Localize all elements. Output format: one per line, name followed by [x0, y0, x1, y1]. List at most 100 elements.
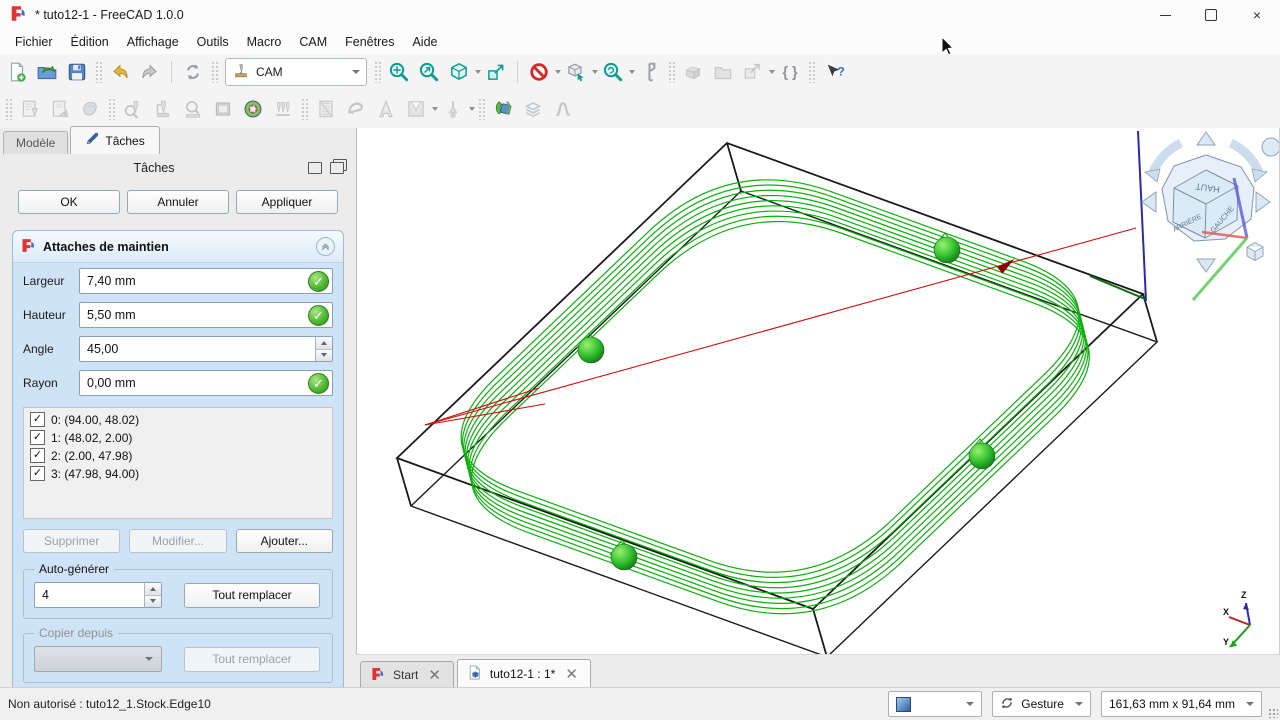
panel-tabs: Modèle Tâches — [0, 128, 356, 154]
tag-item[interactable]: ✓2: (2.00, 47.98) — [30, 448, 326, 463]
toolbar-drag-handle — [95, 61, 102, 83]
ajouter-button[interactable]: Ajouter... — [236, 529, 333, 553]
export-icon[interactable] — [738, 57, 768, 87]
axonometric-view-icon[interactable] — [444, 57, 474, 87]
fit-all-icon[interactable] — [384, 57, 414, 87]
maximize-button[interactable] — [1188, 0, 1234, 30]
redo-icon[interactable] — [135, 57, 165, 87]
open-file-icon[interactable] — [32, 57, 62, 87]
float-panel-icon[interactable] — [330, 162, 344, 174]
job-z-axis — [1138, 131, 1146, 301]
cam-pocket-icon[interactable] — [341, 94, 371, 124]
fit-selection-icon[interactable] — [414, 57, 444, 87]
menu-item-macro[interactable]: Macro — [238, 32, 291, 52]
resize-grip[interactable] — [1268, 708, 1278, 718]
autogen-replace-all-button[interactable]: Tout remplacer — [184, 583, 320, 608]
toolbar-separator — [171, 61, 172, 83]
cam-simulator-icon[interactable] — [148, 94, 178, 124]
tab-document[interactable]: tuto12-1 : 1* ✕ — [457, 659, 591, 688]
new-file-icon[interactable] — [2, 57, 32, 87]
cancel-button[interactable]: Annuler — [127, 190, 229, 214]
tag-checkbox[interactable]: ✓ — [30, 466, 45, 481]
menu-item-outils[interactable]: Outils — [188, 32, 238, 52]
cam-engrave-icon[interactable] — [371, 94, 401, 124]
cam-sanity-check-icon[interactable] — [178, 94, 208, 124]
cam-dressup-tag-icon[interactable] — [488, 94, 518, 124]
macro-icon[interactable]: { } — [775, 57, 805, 87]
sync-view-icon[interactable] — [481, 57, 511, 87]
menu-item-aide[interactable]: Aide — [403, 32, 446, 52]
workbench-selector[interactable]: CAM — [225, 58, 367, 86]
3d-scene[interactable]: HAUTARRIÈREGAUCHEZXY — [357, 128, 1279, 655]
navigation-cube[interactable]: HAUTARRIÈREGAUCHE — [1142, 132, 1279, 300]
navigation-style-combobox[interactable]: Gesture — [992, 691, 1091, 717]
collapse-section-icon[interactable] — [316, 237, 335, 256]
cam-probe-icon[interactable] — [438, 94, 468, 124]
status-bar: Non autorisé : tuto12_1.Stock.Edge10 Ges… — [0, 687, 1280, 720]
copy-replace-all-button[interactable]: Tout remplacer — [184, 647, 320, 672]
tab-start[interactable]: Start ✕ — [360, 661, 454, 688]
tag-item[interactable]: ✓0: (94.00, 48.02) — [30, 412, 326, 427]
cam-profile-icon[interactable] — [311, 94, 341, 124]
cam-slot-icon[interactable] — [401, 94, 431, 124]
apply-button[interactable]: Appliquer — [236, 190, 338, 214]
save-icon[interactable] — [62, 57, 92, 87]
cam-job-template-icon[interactable] — [45, 94, 75, 124]
tag-checkbox[interactable]: ✓ — [30, 430, 45, 445]
3d-viewport[interactable]: HAUTARRIÈREGAUCHEZXY — [356, 128, 1280, 655]
minimize-button[interactable] — [1142, 0, 1188, 30]
close-tab-icon[interactable]: ✕ — [563, 667, 580, 682]
supprimer-button[interactable]: Supprimer — [23, 529, 120, 553]
tag-checkbox[interactable]: ✓ — [30, 448, 45, 463]
tag-item[interactable]: ✓1: (48.02, 2.00) — [30, 430, 326, 445]
menu-item-affichage[interactable]: Affichage — [118, 32, 188, 52]
toolpath[interactable] — [461, 180, 1089, 614]
tab-modele[interactable]: Modèle — [3, 131, 68, 154]
stock-wireframe[interactable] — [397, 143, 1157, 655]
menu-item-cam[interactable]: CAM — [290, 32, 336, 52]
menu-item-fenetres[interactable]: Fenêtres — [336, 32, 403, 52]
cam-inspect-gcode-icon[interactable] — [118, 94, 148, 124]
tag-list[interactable]: ✓0: (94.00, 48.02) ✓1: (48.02, 2.00) ✓2: (… — [23, 407, 333, 519]
modifier-button[interactable]: Modifier... — [129, 529, 226, 553]
freecad-logo-icon — [371, 667, 385, 684]
part-tools-icon[interactable] — [678, 57, 708, 87]
tag-checkbox[interactable]: ✓ — [30, 412, 45, 427]
tag-item[interactable]: ✓3: (47.98, 94.00) — [30, 466, 326, 481]
menu-item-edition[interactable]: Édition — [62, 32, 118, 52]
cam-stock-icon[interactable] — [208, 94, 238, 124]
refresh-icon[interactable] — [178, 57, 208, 87]
angle-spinner[interactable] — [315, 337, 332, 361]
draw-style-combobox[interactable] — [888, 691, 982, 717]
angle-input[interactable] — [79, 336, 333, 362]
tag-count-input[interactable] — [34, 582, 162, 608]
whats-this-icon[interactable]: ? — [818, 57, 848, 87]
close-tab-icon[interactable]: ✕ — [426, 668, 443, 683]
gesture-icon — [1000, 696, 1014, 713]
undo-icon[interactable] — [105, 57, 135, 87]
rayon-input[interactable] — [79, 370, 333, 396]
cam-adaptive-icon[interactable] — [268, 94, 298, 124]
clipping-plane-icon[interactable] — [561, 57, 591, 87]
cam-dressup-dogbone-icon[interactable] — [548, 94, 578, 124]
menu-item-fichier[interactable]: Fichier — [6, 32, 62, 52]
dock-panel-icon[interactable] — [308, 162, 322, 174]
tab-taches[interactable]: Tâches — [70, 126, 159, 154]
measure-icon[interactable] — [635, 57, 665, 87]
dimensions-combobox[interactable]: 161,63 mm x 91,64 mm — [1101, 691, 1262, 717]
hauteur-input[interactable] — [79, 302, 333, 328]
svg-text:?: ? — [837, 64, 844, 78]
group-icon[interactable] — [708, 57, 738, 87]
cam-post-process-icon[interactable] — [75, 94, 105, 124]
tag-count-spinner[interactable] — [144, 583, 161, 607]
largeur-input[interactable] — [79, 268, 333, 294]
cam-dressup-boundary-icon[interactable] — [518, 94, 548, 124]
selection-filter-icon[interactable] — [524, 57, 554, 87]
close-button[interactable]: × — [1234, 0, 1280, 30]
copy-from-combobox[interactable] — [34, 646, 162, 672]
dropdown-arrow-icon[interactable] — [469, 107, 475, 111]
ok-button[interactable]: OK — [18, 190, 120, 214]
cam-job-icon[interactable] — [15, 94, 45, 124]
zoom-tools-icon[interactable] — [598, 57, 628, 87]
cam-helix-icon[interactable] — [238, 94, 268, 124]
